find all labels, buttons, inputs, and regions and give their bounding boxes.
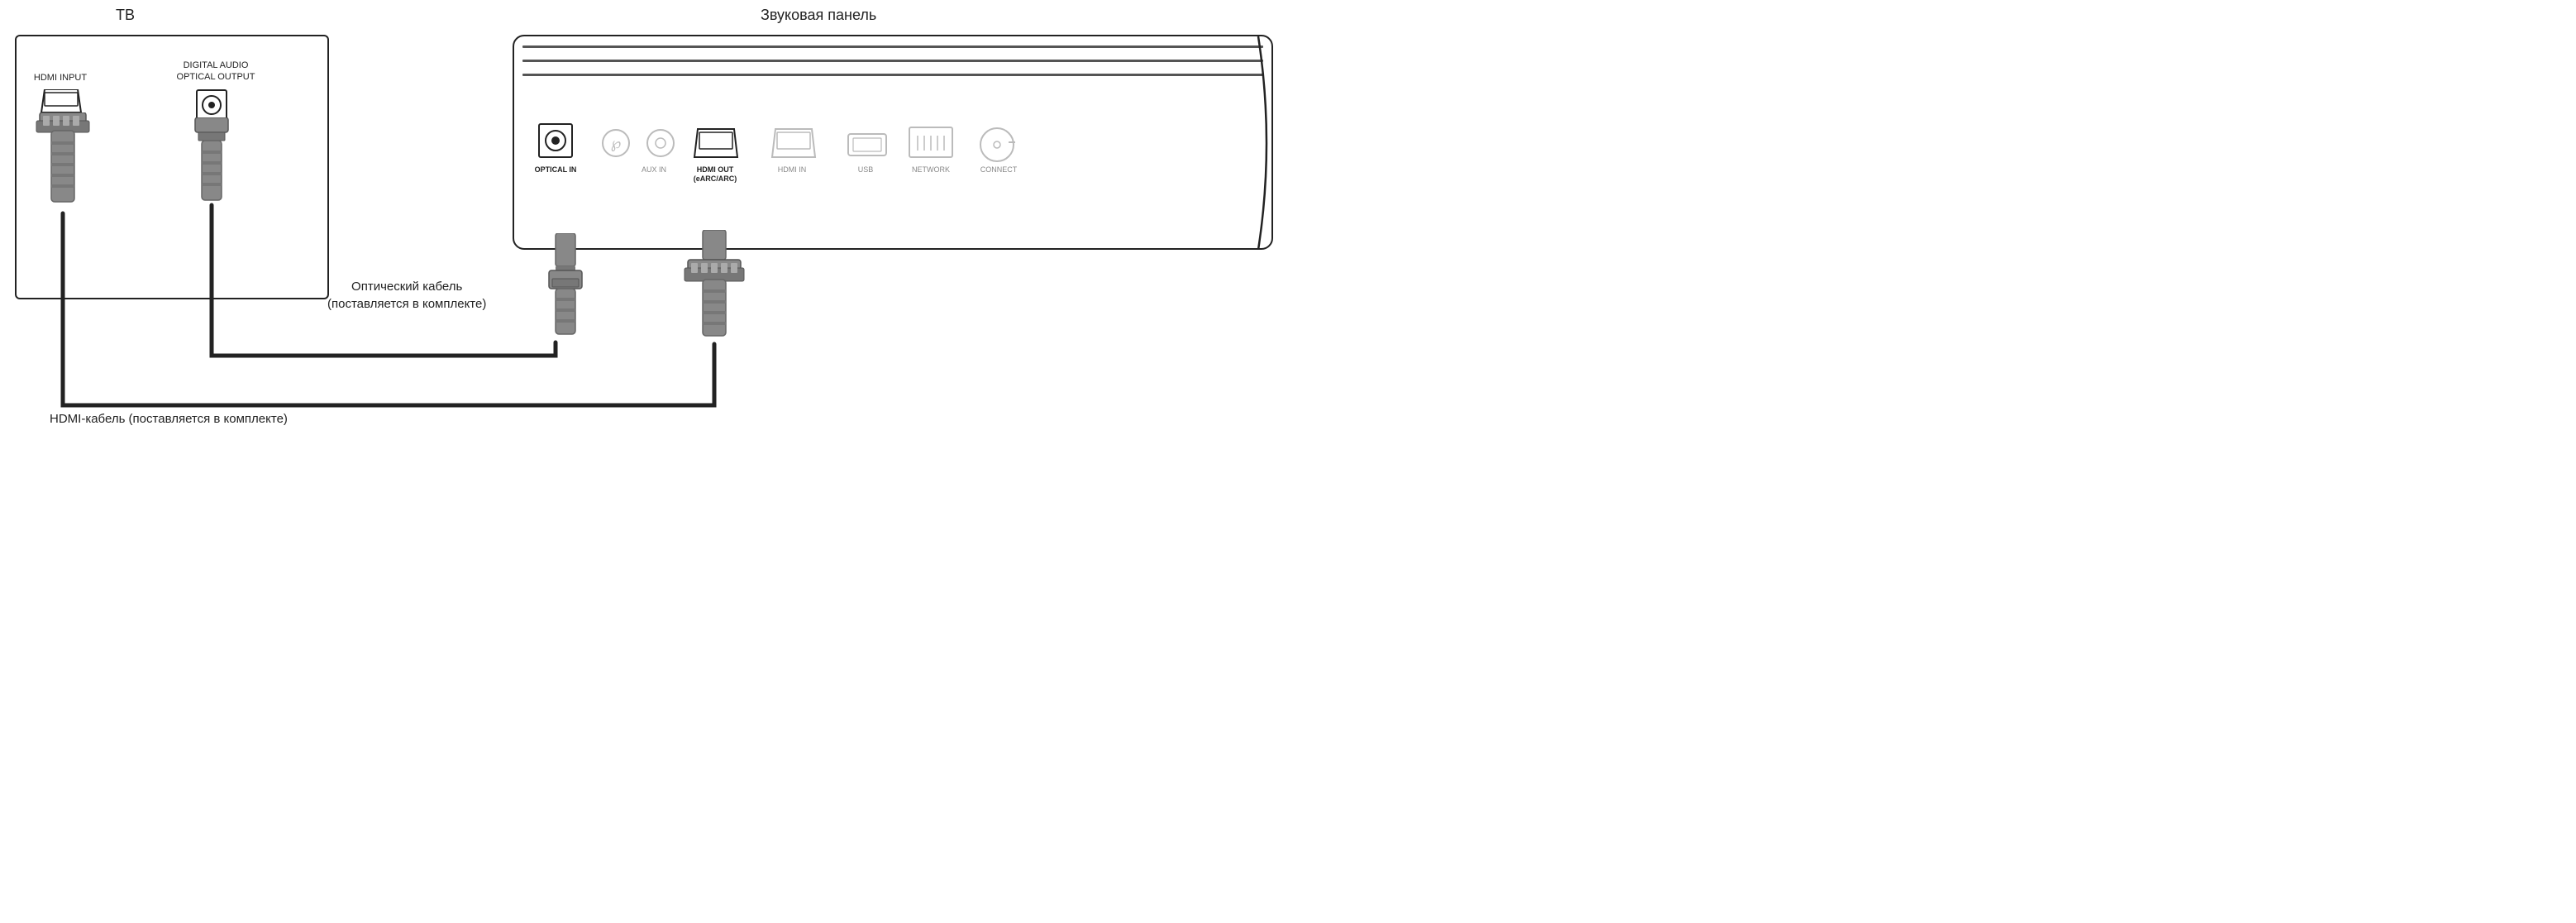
optical-connector-tv [184, 117, 240, 208]
connect-port-icon [976, 126, 1018, 164]
usb-port-icon [845, 131, 890, 159]
hdmi-out-port-icon [691, 126, 741, 160]
digital-audio-line1: DIGITAL AUDIO [184, 60, 249, 70]
svg-text:℘: ℘ [611, 135, 622, 151]
connect-label: CONNECT [969, 165, 1028, 174]
network-label: NETWORK [901, 165, 961, 174]
optical-connector-soundbar [537, 233, 594, 341]
optical-in-label: OPTICAL IN [526, 165, 585, 175]
hdmi-connector-soundbar [680, 230, 749, 342]
usb-label: USB [843, 165, 888, 174]
vent-line-2 [522, 60, 1263, 62]
vent-line-3 [522, 74, 1263, 76]
hdmi-input-label: HDMI INPUT [23, 73, 98, 84]
diagram-container: ТВ HDMI INPUT DIGITAL AUDIO OPTICAL OUTP… [0, 0, 1288, 462]
aux-in-label: AUX IN [632, 165, 676, 174]
soundbar-right-edge [1257, 36, 1276, 250]
optical-label-line1: Оптический кабель [351, 280, 462, 294]
hdmi-in-label: HDMI IN [762, 165, 822, 174]
aux-in-port-icon [645, 127, 676, 159]
hdmi-cable-label: HDMI-кабель (поставляется в комплекте) [50, 412, 288, 426]
digital-audio-label: DIGITAL AUDIO OPTICAL OUTPUT [162, 60, 270, 84]
hdmi-out-label: HDMI OUT(eARC/ARC) [683, 165, 747, 184]
hdmi-in-port-icon [769, 126, 818, 160]
tv-label: ТВ [116, 7, 135, 24]
bluetooth-port-icon: ℘ [600, 127, 632, 159]
optical-label-line2: (поставляется в комплекте) [327, 297, 486, 311]
vent-line-1 [522, 45, 1263, 48]
optical-cable-label: Оптический кабель (поставляется в компле… [327, 278, 486, 313]
digital-audio-line2: OPTICAL OUTPUT [177, 72, 255, 82]
network-port-icon [906, 124, 956, 160]
hdmi-connector-tv [31, 112, 98, 212]
soundbar-label: Звуковая панель [761, 7, 876, 24]
optical-in-port-icon [536, 121, 575, 167]
